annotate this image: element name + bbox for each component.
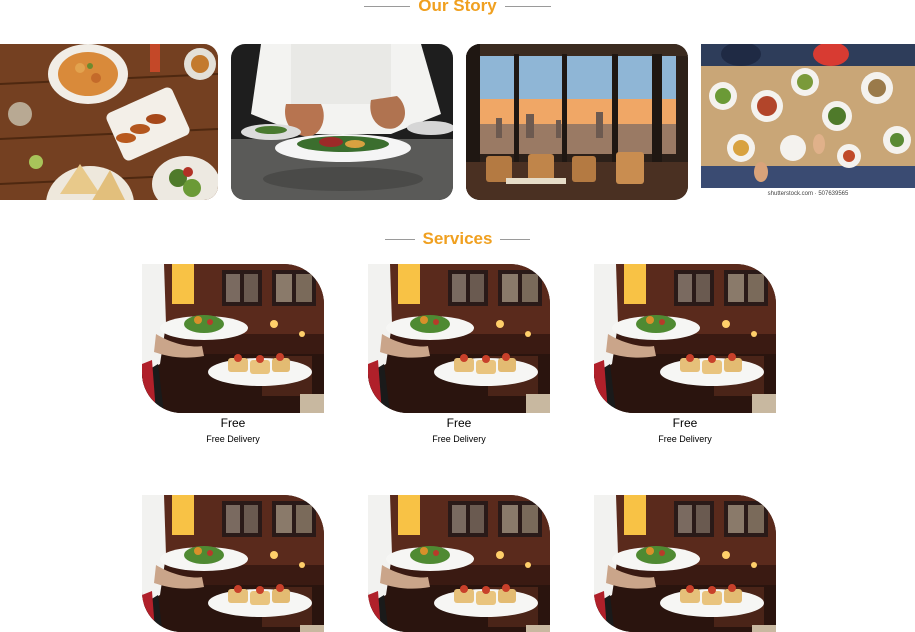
dining-room-photo[interactable]: [466, 44, 688, 200]
food-spread-photo[interactable]: [0, 44, 218, 200]
chef-plating-photo[interactable]: [231, 44, 453, 200]
our-story-heading: Our Story: [0, 0, 915, 16]
service-card[interactable]: [594, 495, 776, 632]
service-title: Free: [446, 416, 472, 430]
service-image: [594, 495, 776, 632]
table-topview-image: [701, 44, 915, 188]
heading-rule-left: [364, 5, 411, 7]
service-title: Free: [220, 416, 246, 430]
service-image: [142, 264, 324, 413]
service-description: Free Delivery: [206, 434, 260, 444]
service-image: [142, 495, 324, 632]
service-image: [594, 264, 776, 413]
service-card[interactable]: [142, 495, 324, 632]
our-story-title: Our Story: [418, 0, 497, 15]
table-topview-photo[interactable]: shutterstock.com · 507639565: [701, 44, 915, 200]
service-title: Free: [672, 416, 698, 430]
story-gallery: shutterstock.com · 507639565: [0, 44, 915, 200]
service-description: Free Delivery: [658, 434, 712, 444]
services-title: Services: [422, 229, 493, 248]
heading-rule-left: [384, 238, 415, 240]
service-card[interactable]: [368, 495, 550, 632]
service-card[interactable]: Free Free Delivery: [368, 264, 550, 445]
services-heading: Services: [0, 229, 915, 249]
photo-credit: shutterstock.com · 507639565: [767, 191, 849, 197]
page: Our Story shutterstock.com · 507639565 S…: [0, 0, 915, 632]
service-card[interactable]: Free Free Delivery: [594, 264, 776, 445]
service-image: [368, 495, 550, 632]
heading-rule-right: [500, 238, 531, 240]
heading-rule-right: [504, 5, 551, 7]
service-image: [368, 264, 550, 413]
service-description: Free Delivery: [432, 434, 486, 444]
service-card[interactable]: Free Free Delivery: [142, 264, 324, 445]
